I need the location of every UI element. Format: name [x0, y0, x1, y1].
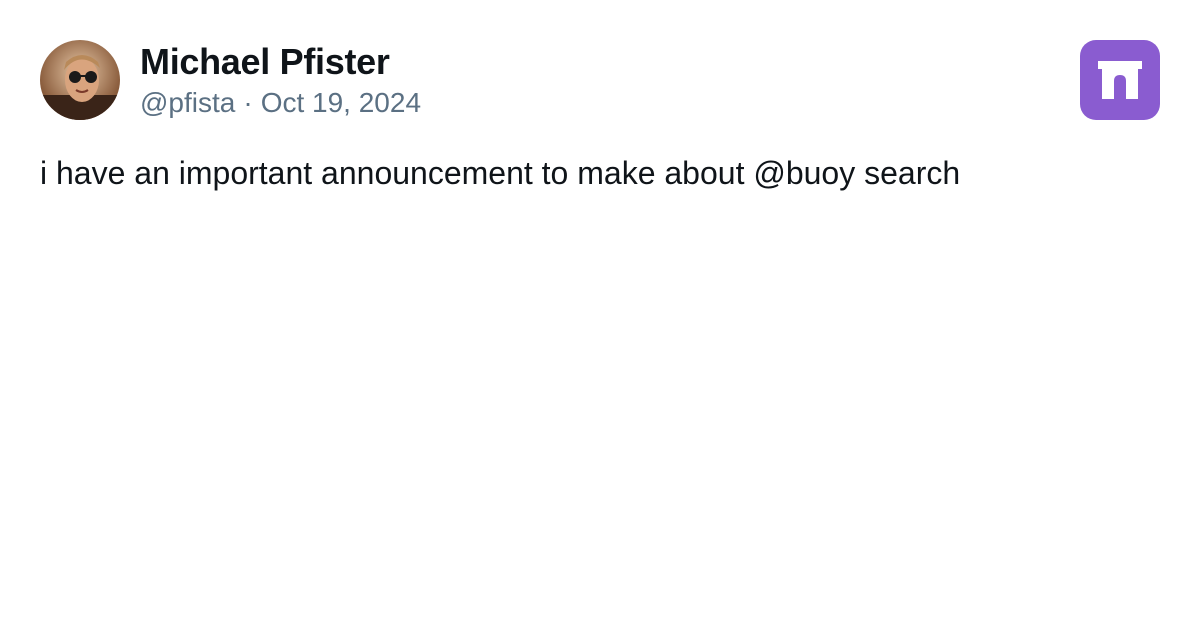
post-date[interactable]: Oct 19, 2024	[261, 87, 421, 118]
post-text: i have an important announcement to make…	[40, 155, 961, 191]
arch-logo-icon[interactable]	[1080, 40, 1160, 120]
author-name[interactable]: Michael Pfister	[140, 40, 421, 84]
author-info: Michael Pfister @pfista · Oct 19, 2024	[140, 40, 421, 122]
post-card: Michael Pfister @pfista · Oct 19, 2024 i h…	[0, 0, 1200, 630]
arch-logo-glyph	[1098, 61, 1142, 99]
meta-separator: ·	[243, 87, 253, 118]
author-handle[interactable]: @pfista	[140, 87, 235, 118]
avatar[interactable]	[40, 40, 120, 120]
author-meta: @pfista · Oct 19, 2024	[140, 84, 421, 122]
avatar-image	[40, 40, 120, 120]
